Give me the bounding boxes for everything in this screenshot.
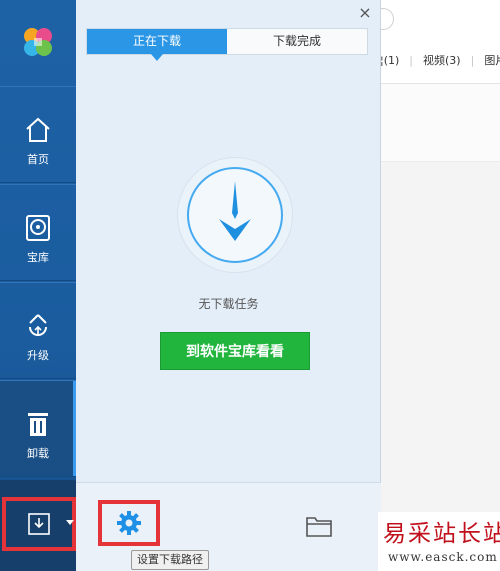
sidebar-item-label: 升级	[27, 349, 49, 362]
background-tab-videos[interactable]: 视频(3)	[423, 54, 461, 67]
watermark-text: 易采站长站	[383, 521, 500, 547]
go-to-store-button[interactable]: 到软件宝库看看	[160, 332, 310, 370]
disc-icon	[26, 215, 50, 241]
chevron-down-icon[interactable]	[66, 520, 74, 525]
sidebar-item-uninstall[interactable]: 卸载	[0, 380, 76, 477]
download-arrow-ring	[187, 167, 283, 263]
trash-icon	[28, 413, 48, 436]
background-toolbar: ¦(1)|视频(3)|图片(	[380, 0, 500, 84]
app-logo-icon	[24, 28, 52, 56]
upgrade-icon	[29, 314, 47, 336]
download-arrow-icon	[219, 181, 251, 241]
empty-state-graphic	[177, 157, 293, 273]
background-search-edge	[380, 8, 394, 30]
background-content-panel	[380, 84, 500, 162]
open-folder-icon[interactable]	[306, 515, 332, 537]
download-path-settings-button[interactable]	[98, 500, 160, 546]
watermark-url: www.easck.com	[388, 550, 498, 564]
home-icon	[26, 117, 50, 142]
tab-downloading[interactable]: 正在下载	[87, 29, 227, 61]
sidebar: 首页 宝库 升级 卸载	[0, 0, 76, 571]
gear-icon	[117, 511, 141, 535]
sidebar-item-upgrade[interactable]: 升级	[0, 282, 76, 379]
sidebar-item-label: 首页	[27, 153, 49, 166]
empty-state-text: 无下载任务	[198, 297, 259, 311]
download-panel: × 正在下载 下载完成 无下载任务 到软件宝库看看 设置下载路径	[76, 0, 381, 571]
settings-tooltip: 设置下载路径	[131, 550, 209, 570]
close-button[interactable]: ×	[356, 4, 374, 22]
background-category-tabs: ¦(1)|视频(3)|图片(	[380, 52, 500, 68]
background-app-window: ¦(1)|视频(3)|图片(	[380, 0, 500, 571]
background-tab-images[interactable]: 图片(	[484, 54, 500, 67]
tab-completed[interactable]: 下载完成	[227, 29, 367, 54]
background-tab-partial-1[interactable]: ¦(1)	[380, 54, 399, 67]
watermark: 易采站长站 www.easck.com	[378, 512, 500, 571]
download-tabs: 正在下载 下载完成	[86, 28, 368, 61]
sidebar-item-home[interactable]: 首页	[0, 86, 76, 183]
download-tray-icon	[28, 513, 50, 535]
download-manager-button[interactable]	[2, 497, 76, 551]
sidebar-item-label: 宝库	[27, 251, 49, 264]
sidebar-item-store[interactable]: 宝库	[0, 184, 76, 281]
sidebar-item-label: 卸载	[27, 447, 49, 460]
